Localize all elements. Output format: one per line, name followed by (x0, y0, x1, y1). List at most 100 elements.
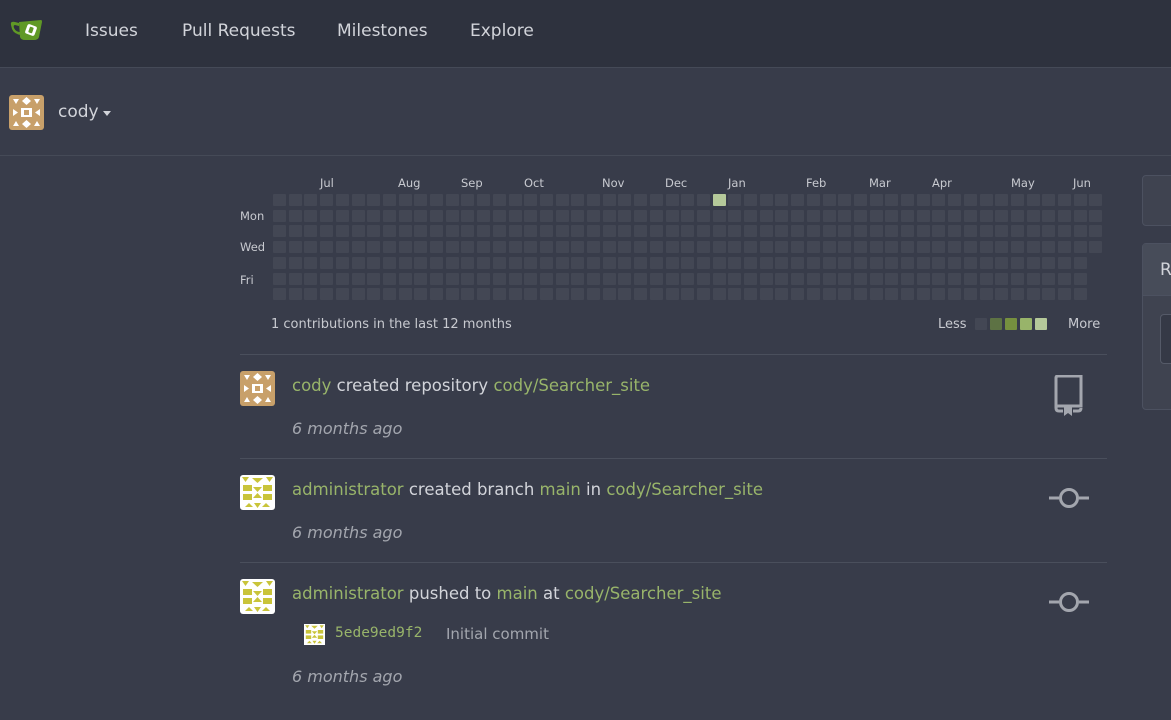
heatmap-cell[interactable] (791, 209, 805, 222)
heatmap-cell[interactable] (571, 225, 585, 238)
heatmap-cell[interactable] (728, 209, 742, 222)
heatmap-cell[interactable] (335, 288, 349, 301)
heatmap-cell[interactable] (1026, 209, 1040, 222)
heatmap-cell[interactable] (634, 288, 648, 301)
heatmap-cell[interactable] (477, 256, 491, 269)
heatmap-cell[interactable] (979, 272, 993, 285)
heatmap-cell[interactable] (712, 194, 726, 206)
context-user-name[interactable]: cody (58, 102, 99, 122)
heatmap-cell[interactable] (367, 288, 381, 301)
heatmap-cell[interactable] (304, 256, 318, 269)
heatmap-cell[interactable] (995, 272, 1009, 285)
branch-link[interactable]: main (497, 584, 538, 603)
heatmap-cell[interactable] (430, 256, 443, 269)
avatar[interactable] (304, 624, 325, 645)
heatmap-cell[interactable] (838, 241, 852, 254)
heatmap-cell[interactable] (382, 209, 396, 222)
heatmap-cell[interactable] (806, 288, 820, 301)
heatmap-cell[interactable] (508, 241, 522, 254)
heatmap-cell[interactable] (979, 241, 993, 254)
heatmap-cell[interactable] (335, 209, 349, 222)
repo-link[interactable]: cody/Searcher_site (565, 584, 722, 603)
heatmap-cell[interactable] (1089, 225, 1103, 238)
heatmap-cell[interactable] (398, 288, 412, 301)
heatmap-cell[interactable] (555, 272, 569, 285)
heatmap-cell[interactable] (822, 256, 836, 269)
heatmap-cell[interactable] (681, 272, 695, 285)
heatmap-cell[interactable] (1026, 272, 1040, 285)
heatmap-cell[interactable] (728, 272, 742, 285)
heatmap-cell[interactable] (665, 288, 679, 301)
heatmap-cell[interactable] (492, 272, 506, 285)
nav-explore[interactable]: Explore (470, 21, 534, 41)
heatmap-cell[interactable] (398, 209, 412, 222)
heatmap-cell[interactable] (430, 209, 443, 222)
heatmap-cell[interactable] (806, 241, 820, 254)
heatmap-cell[interactable] (885, 256, 899, 269)
heatmap-cell[interactable] (822, 272, 836, 285)
heatmap-cell[interactable] (869, 272, 883, 285)
heatmap-cell[interactable] (712, 288, 726, 301)
heatmap-cell[interactable] (492, 288, 506, 301)
heatmap-cell[interactable] (587, 194, 600, 206)
heatmap-cell[interactable] (351, 209, 365, 222)
heatmap-cell[interactable] (461, 194, 475, 206)
heatmap-cell[interactable] (995, 241, 1009, 254)
actor-link[interactable]: administrator (292, 480, 404, 499)
nav-milestones[interactable]: Milestones (337, 21, 428, 41)
heatmap-cell[interactable] (288, 256, 302, 269)
heatmap-cell[interactable] (995, 256, 1009, 269)
heatmap-cell[interactable] (775, 288, 789, 301)
heatmap-cell[interactable] (430, 272, 443, 285)
heatmap-cell[interactable] (681, 241, 695, 254)
heatmap-cell[interactable] (696, 209, 710, 222)
heatmap-cell[interactable] (948, 272, 962, 285)
heatmap-cell[interactable] (1026, 225, 1040, 238)
heatmap-cell[interactable] (948, 288, 962, 301)
heatmap-cell[interactable] (1089, 209, 1103, 222)
heatmap-cell[interactable] (948, 256, 962, 269)
heatmap-cell[interactable] (963, 225, 977, 238)
heatmap-cell[interactable] (288, 288, 302, 301)
heatmap-cell[interactable] (775, 256, 789, 269)
heatmap-cell[interactable] (932, 194, 946, 206)
heatmap-cell[interactable] (398, 225, 412, 238)
heatmap-cell[interactable] (288, 272, 302, 285)
heatmap-cell[interactable] (524, 194, 538, 206)
heatmap-cell[interactable] (995, 209, 1009, 222)
heatmap-cell[interactable] (539, 241, 553, 254)
heatmap-cell[interactable] (571, 256, 585, 269)
heatmap-cell[interactable] (1026, 194, 1040, 206)
heatmap-cell[interactable] (602, 225, 616, 238)
heatmap-cell[interactable] (649, 272, 663, 285)
heatmap-cell[interactable] (948, 225, 962, 238)
heatmap-cell[interactable] (587, 209, 600, 222)
side-panel-search-input[interactable] (1160, 314, 1171, 364)
heatmap-cell[interactable] (273, 225, 286, 238)
heatmap-cell[interactable] (461, 225, 475, 238)
heatmap-cell[interactable] (587, 225, 600, 238)
heatmap-cell[interactable] (555, 209, 569, 222)
heatmap-cell[interactable] (351, 272, 365, 285)
heatmap-cell[interactable] (367, 194, 381, 206)
heatmap-cell[interactable] (759, 194, 773, 206)
heatmap-cell[interactable] (524, 241, 538, 254)
heatmap-cell[interactable] (696, 194, 710, 206)
heatmap-cell[interactable] (508, 209, 522, 222)
heatmap-cell[interactable] (351, 194, 365, 206)
heatmap-cell[interactable] (649, 225, 663, 238)
heatmap-cell[interactable] (430, 288, 443, 301)
heatmap-cell[interactable] (696, 272, 710, 285)
heatmap-cell[interactable] (382, 225, 396, 238)
heatmap-cell[interactable] (618, 241, 632, 254)
heatmap-cell[interactable] (744, 241, 757, 254)
heatmap-cell[interactable] (618, 194, 632, 206)
heatmap-cell[interactable] (822, 194, 836, 206)
heatmap-cell[interactable] (681, 209, 695, 222)
heatmap-cell[interactable] (869, 288, 883, 301)
heatmap-cell[interactable] (853, 272, 867, 285)
heatmap-cell[interactable] (995, 288, 1009, 301)
heatmap-cell[interactable] (634, 209, 648, 222)
heatmap-cell[interactable] (838, 194, 852, 206)
heatmap-cell[interactable] (445, 225, 459, 238)
